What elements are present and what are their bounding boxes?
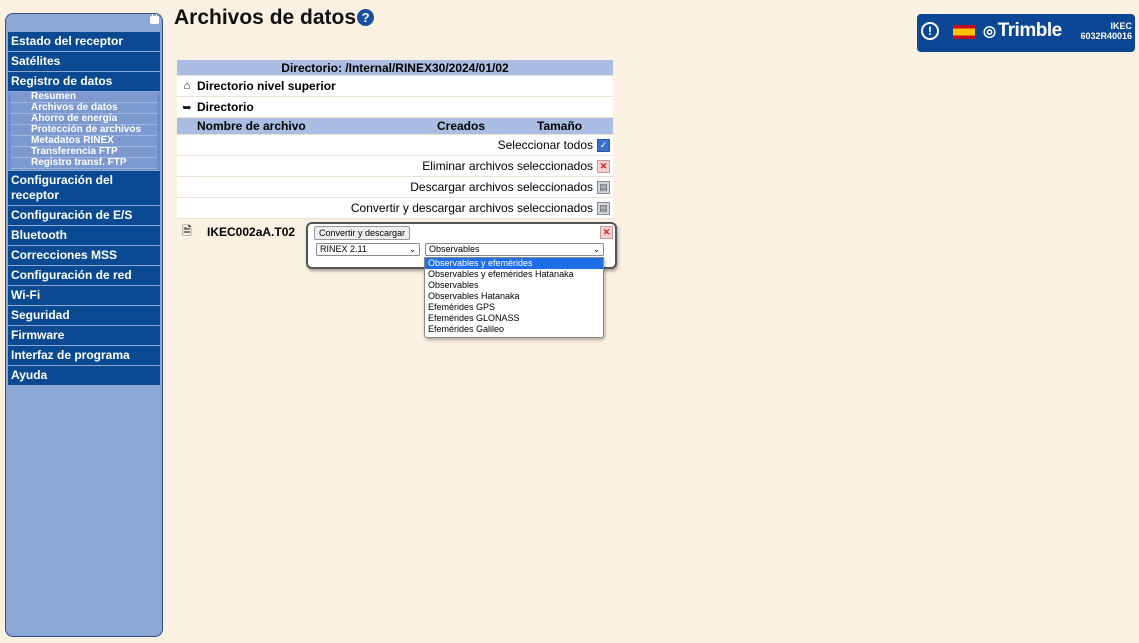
trimble-logo: ◎ Trimble xyxy=(983,20,1062,42)
sidebar-item-firmware[interactable]: Firmware xyxy=(8,326,160,345)
brand-badge: ! ◎ Trimble IKEC 6032R40016 xyxy=(917,14,1135,52)
dir-row[interactable]: ➥ Directorio xyxy=(177,97,613,118)
dropdown-option[interactable]: Efemérides Galileo xyxy=(425,324,603,335)
directory-header: Directorio: /Internal/RINEX30/2024/01/02 xyxy=(177,60,613,76)
brand-name: Trimble xyxy=(997,20,1063,41)
col-header-created[interactable]: Creados xyxy=(437,119,537,133)
file-table: Directorio: /Internal/RINEX30/2024/01/02… xyxy=(177,60,613,245)
col-header-name[interactable]: Nombre de archivo xyxy=(197,119,437,133)
alert-icon[interactable]: ! xyxy=(921,22,939,40)
sidebar-submenu: Resumen Archivos de datos Ahorro de ener… xyxy=(8,92,160,170)
sidebar-item-configuracion-del-receptor[interactable]: Configuración del receptor xyxy=(8,171,160,205)
sidebar-item-configuracion-de-red[interactable]: Configuración de red xyxy=(8,266,160,285)
checkbox-icon[interactable]: ✓ xyxy=(597,138,610,152)
dropdown-option[interactable]: Observables y efemérides Hatanaka xyxy=(425,269,603,280)
top-dir-row[interactable]: ⌂ Directorio nivel superior xyxy=(177,76,613,97)
device-id-line2: 6032R40016 xyxy=(1080,31,1132,41)
convert-download-selected-row: Convertir y descargar archivos seleccion… xyxy=(177,198,613,219)
home-icon: ⌂ xyxy=(183,80,191,92)
download-selected-label: Descargar archivos seleccionados xyxy=(410,180,593,194)
delete-selected-row: Eliminar archivos seleccionados ✕ xyxy=(177,156,613,177)
delete-icon[interactable]: ✕ xyxy=(597,159,610,173)
file-name[interactable]: IKEC002aA.T02 xyxy=(207,225,295,239)
download-icon[interactable]: ▤ xyxy=(597,180,610,194)
convert-download-icon[interactable]: ▤ xyxy=(597,201,610,215)
sidebar-item-registro-de-datos[interactable]: Registro de datos xyxy=(8,72,160,91)
sidebar-item-satelites[interactable]: Satélites xyxy=(8,52,160,71)
type-dropdown-list: Observables y efemérides Observables y e… xyxy=(424,257,604,338)
top-dir-link[interactable]: Directorio nivel superior xyxy=(197,79,336,93)
chevron-down-icon: ⌄ xyxy=(593,245,600,254)
sidebar-item-estado-del-receptor[interactable]: Estado del receptor xyxy=(8,32,160,51)
sidebar-item-correcciones-mss[interactable]: Correcciones MSS xyxy=(8,246,160,265)
dropdown-option[interactable]: Observables Hatanaka xyxy=(425,291,603,302)
page-title-text: Archivos de datos xyxy=(174,6,357,29)
sidebar-item-ayuda[interactable]: Ayuda xyxy=(8,366,160,385)
type-select-value: Observables xyxy=(429,244,480,254)
sidebar-item-bluetooth[interactable]: Bluetooth xyxy=(8,226,160,245)
sidebar-subitem-registro-transf-ftp[interactable]: Registro transf. FTP xyxy=(11,158,157,169)
device-id-line1: IKEC xyxy=(1110,21,1132,31)
dropdown-option[interactable]: Efemérides GPS xyxy=(425,302,603,313)
sidebar-item-configuracion-de-es[interactable]: Configuración de E/S xyxy=(8,206,160,225)
help-icon[interactable]: ? xyxy=(357,9,375,26)
spain-flag-icon[interactable] xyxy=(953,25,975,39)
select-all-row: Seleccionar todos ✓ xyxy=(177,135,613,156)
convert-download-selected-label: Convertir y descargar archivos seleccion… xyxy=(350,201,593,215)
close-icon[interactable]: ✕ xyxy=(600,226,613,239)
file-icon: 🗎 xyxy=(182,223,192,238)
sidebar-item-seguridad[interactable]: Seguridad xyxy=(8,306,160,325)
delete-selected-label: Eliminar archivos seleccionados xyxy=(422,159,593,173)
page-title: Archivos de datos? xyxy=(174,6,375,30)
chevron-down-icon: ⌄ xyxy=(409,245,416,254)
col-header-size[interactable]: Tamaño xyxy=(537,119,597,133)
trimble-globe-icon: ◎ xyxy=(983,23,996,40)
sidebar: Estado del receptor Satélites Registro d… xyxy=(5,13,163,637)
type-select[interactable]: Observables ⌄ xyxy=(425,243,604,256)
format-select[interactable]: RINEX 2.11 ⌄ xyxy=(316,243,420,256)
back-arrow-icon: ➥ xyxy=(182,101,192,114)
convert-download-button[interactable]: Convertir y descargar xyxy=(314,226,411,240)
sidebar-item-wi-fi[interactable]: Wi-Fi xyxy=(8,286,160,305)
dropdown-option[interactable]: Observables xyxy=(425,280,603,291)
format-select-value: RINEX 2.11 xyxy=(320,244,367,254)
dir-link[interactable]: Directorio xyxy=(197,100,254,114)
device-id: IKEC 6032R40016 xyxy=(1080,21,1132,41)
dropdown-option[interactable]: Observables y efemérides xyxy=(425,258,603,269)
directory-path: Directorio: /Internal/RINEX30/2024/01/02 xyxy=(281,60,509,75)
dropdown-option[interactable]: Efemérides GLONASS xyxy=(425,313,603,324)
sidebar-nav: Estado del receptor Satélites Registro d… xyxy=(8,32,160,386)
download-selected-row: Descargar archivos seleccionados ▤ xyxy=(177,177,613,198)
lock-icon xyxy=(150,14,159,24)
column-header-row: Nombre de archivo Creados Tamaño xyxy=(177,118,613,135)
select-all-label: Seleccionar todos xyxy=(497,138,593,152)
sidebar-item-interfaz-de-programa[interactable]: Interfaz de programa xyxy=(8,346,160,365)
